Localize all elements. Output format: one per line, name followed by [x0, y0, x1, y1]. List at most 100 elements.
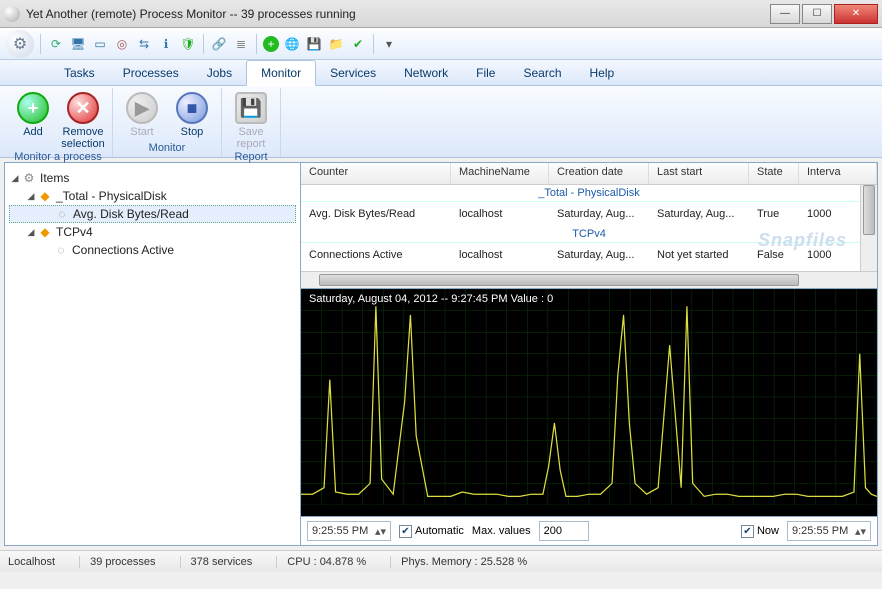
info-icon[interactable]: ℹ — [157, 35, 175, 53]
automatic-label: Automatic — [415, 525, 464, 537]
globe-icon[interactable]: 🌐 — [283, 35, 301, 53]
cell-creation: Saturday, Aug... — [549, 208, 649, 220]
tree-item-connections-active[interactable]: ◌ Connections Active — [9, 241, 296, 259]
maximize-button[interactable]: ☐ — [802, 4, 832, 24]
col-laststart[interactable]: Last start — [649, 163, 749, 184]
collapse-icon[interactable]: ◢ — [9, 173, 21, 184]
monitor-icon[interactable]: 🖥 — [69, 35, 87, 53]
cell-machine: localhost — [451, 208, 549, 220]
cell-counter: Connections Active — [301, 249, 451, 261]
plus-icon: + — [17, 92, 49, 124]
tree-node1-label: _Total - PhysicalDisk — [56, 189, 167, 203]
gear-icon[interactable]: ⚙ — [6, 30, 34, 58]
remove-selection-button[interactable]: ✕ Remove selection — [60, 90, 106, 150]
save-report-label: Save report — [237, 126, 266, 150]
refresh-icon[interactable]: ⟳ — [47, 35, 65, 53]
menu-search[interactable]: Search — [509, 60, 575, 85]
chart-label: Saturday, August 04, 2012 -- 9:27:45 PM … — [309, 293, 553, 305]
col-machine[interactable]: MachineName — [451, 163, 549, 184]
menu-jobs[interactable]: Jobs — [193, 60, 246, 85]
start-button[interactable]: ▶ Start — [119, 90, 165, 141]
add-button[interactable]: + Add — [10, 90, 56, 150]
chart-canvas — [301, 289, 877, 505]
tree-node2-child-label: Connections Active — [72, 243, 174, 257]
cell-state: False — [749, 249, 799, 261]
table-body: _Total - PhysicalDisk Avg. Disk Bytes/Re… — [301, 185, 877, 271]
app-icon — [4, 6, 20, 22]
save-icon[interactable]: 💾 — [305, 35, 323, 53]
screen-icon[interactable]: ▭ — [91, 35, 109, 53]
menu-network[interactable]: Network — [390, 60, 462, 85]
counter-icon: ◌ — [54, 207, 70, 221]
counter-table: Counter MachineName Creation date Last s… — [301, 163, 877, 289]
time-to-input[interactable]: 9:25:55 PM▴▾ — [787, 521, 871, 541]
menu-services[interactable]: Services — [316, 60, 390, 85]
table-header: Counter MachineName Creation date Last s… — [301, 163, 877, 185]
cell-creation: Saturday, Aug... — [549, 249, 649, 261]
group-monitor: Monitor — [119, 141, 215, 155]
vertical-scrollbar[interactable] — [860, 185, 877, 271]
col-counter[interactable]: Counter — [301, 163, 451, 184]
cell-machine: localhost — [451, 249, 549, 261]
status-processes: 39 processes — [79, 556, 155, 568]
save-report-icon: 💾 — [235, 92, 267, 124]
main-area: ◢ ⚙ Items ◢ ◆ _Total - PhysicalDisk ◌ Av… — [4, 162, 878, 546]
chart-controls: 9:25:55 PM▴▾ ✔Automatic Max. values 200 … — [301, 517, 877, 545]
stepper-icon[interactable]: ▴▾ — [375, 525, 386, 538]
check-icon[interactable]: ✔ — [349, 35, 367, 53]
tree-node1-child-label: Avg. Disk Bytes/Read — [73, 207, 189, 221]
counter-icon: ◌ — [53, 243, 69, 257]
tree-item-avg-disk-bytes[interactable]: ◌ Avg. Disk Bytes/Read — [9, 205, 296, 223]
max-values-label: Max. values — [472, 525, 531, 537]
cell-laststart: Saturday, Aug... — [649, 208, 749, 220]
tree-root[interactable]: ◢ ⚙ Items — [9, 169, 296, 187]
col-state[interactable]: State — [749, 163, 799, 184]
tree-node-tcpv4[interactable]: ◢ ◆ TCPv4 — [9, 223, 296, 241]
performance-chart[interactable]: Saturday, August 04, 2012 -- 9:27:45 PM … — [301, 289, 877, 517]
cell-counter: Avg. Disk Bytes/Read — [301, 208, 451, 220]
titlebar: Yet Another (remote) Process Monitor -- … — [0, 0, 882, 28]
col-creation[interactable]: Creation date — [549, 163, 649, 184]
save-report-button[interactable]: 💾 Save report — [228, 90, 274, 150]
folder-icon[interactable]: 📁 — [327, 35, 345, 53]
table-row[interactable]: Avg. Disk Bytes/Read localhost Saturday,… — [301, 202, 877, 226]
cell-laststart: Not yet started — [649, 249, 749, 261]
menu-file[interactable]: File — [462, 60, 509, 85]
check-icon: ✔ — [741, 525, 754, 538]
collapse-icon[interactable]: ◢ — [25, 227, 37, 238]
table-row[interactable]: Connections Active localhost Saturday, A… — [301, 243, 877, 267]
category-icon: ◆ — [37, 189, 53, 203]
stack-icon[interactable]: ≣ — [232, 35, 250, 53]
now-checkbox[interactable]: ✔Now — [741, 525, 779, 538]
automatic-checkbox[interactable]: ✔Automatic — [399, 525, 464, 538]
close-button[interactable]: ✕ — [834, 4, 878, 24]
time-from-input[interactable]: 9:25:55 PM▴▾ — [307, 521, 391, 541]
dropdown-icon[interactable]: ▾ — [380, 35, 398, 53]
menu-monitor[interactable]: Monitor — [246, 60, 316, 86]
menu-help[interactable]: Help — [576, 60, 629, 85]
x-icon: ✕ — [67, 92, 99, 124]
collapse-icon[interactable]: ◢ — [25, 191, 37, 202]
horizontal-scrollbar[interactable] — [301, 271, 877, 288]
add-icon[interactable]: + — [263, 36, 279, 52]
link-icon[interactable]: 🔗 — [210, 35, 228, 53]
shield-icon[interactable]: 🛡 — [179, 35, 197, 53]
max-values-input[interactable]: 200 — [539, 521, 589, 541]
stepper-icon[interactable]: ▴▾ — [855, 525, 866, 538]
stop-icon: ■ — [176, 92, 208, 124]
tree-view[interactable]: ◢ ⚙ Items ◢ ◆ _Total - PhysicalDisk ◌ Av… — [5, 163, 301, 545]
network-icon[interactable]: ⇆ — [135, 35, 153, 53]
menu-tasks[interactable]: Tasks — [50, 60, 109, 85]
window-title: Yet Another (remote) Process Monitor -- … — [26, 7, 768, 21]
tree-node2-label: TCPv4 — [56, 225, 93, 239]
right-pane: Counter MachineName Creation date Last s… — [301, 163, 877, 545]
menu-processes[interactable]: Processes — [109, 60, 193, 85]
stop-button[interactable]: ■ Stop — [169, 90, 215, 141]
target-icon[interactable]: ◎ — [113, 35, 131, 53]
minimize-button[interactable]: — — [770, 4, 800, 24]
tree-node-physicaldisk[interactable]: ◢ ◆ _Total - PhysicalDisk — [9, 187, 296, 205]
status-memory: Phys. Memory : 25.528 % — [390, 556, 527, 568]
col-interval[interactable]: Interva — [799, 163, 877, 184]
menubar: Tasks Processes Jobs Monitor Services Ne… — [0, 60, 882, 86]
ribbon: + Add ✕ Remove selection Monitor a proce… — [0, 86, 882, 158]
